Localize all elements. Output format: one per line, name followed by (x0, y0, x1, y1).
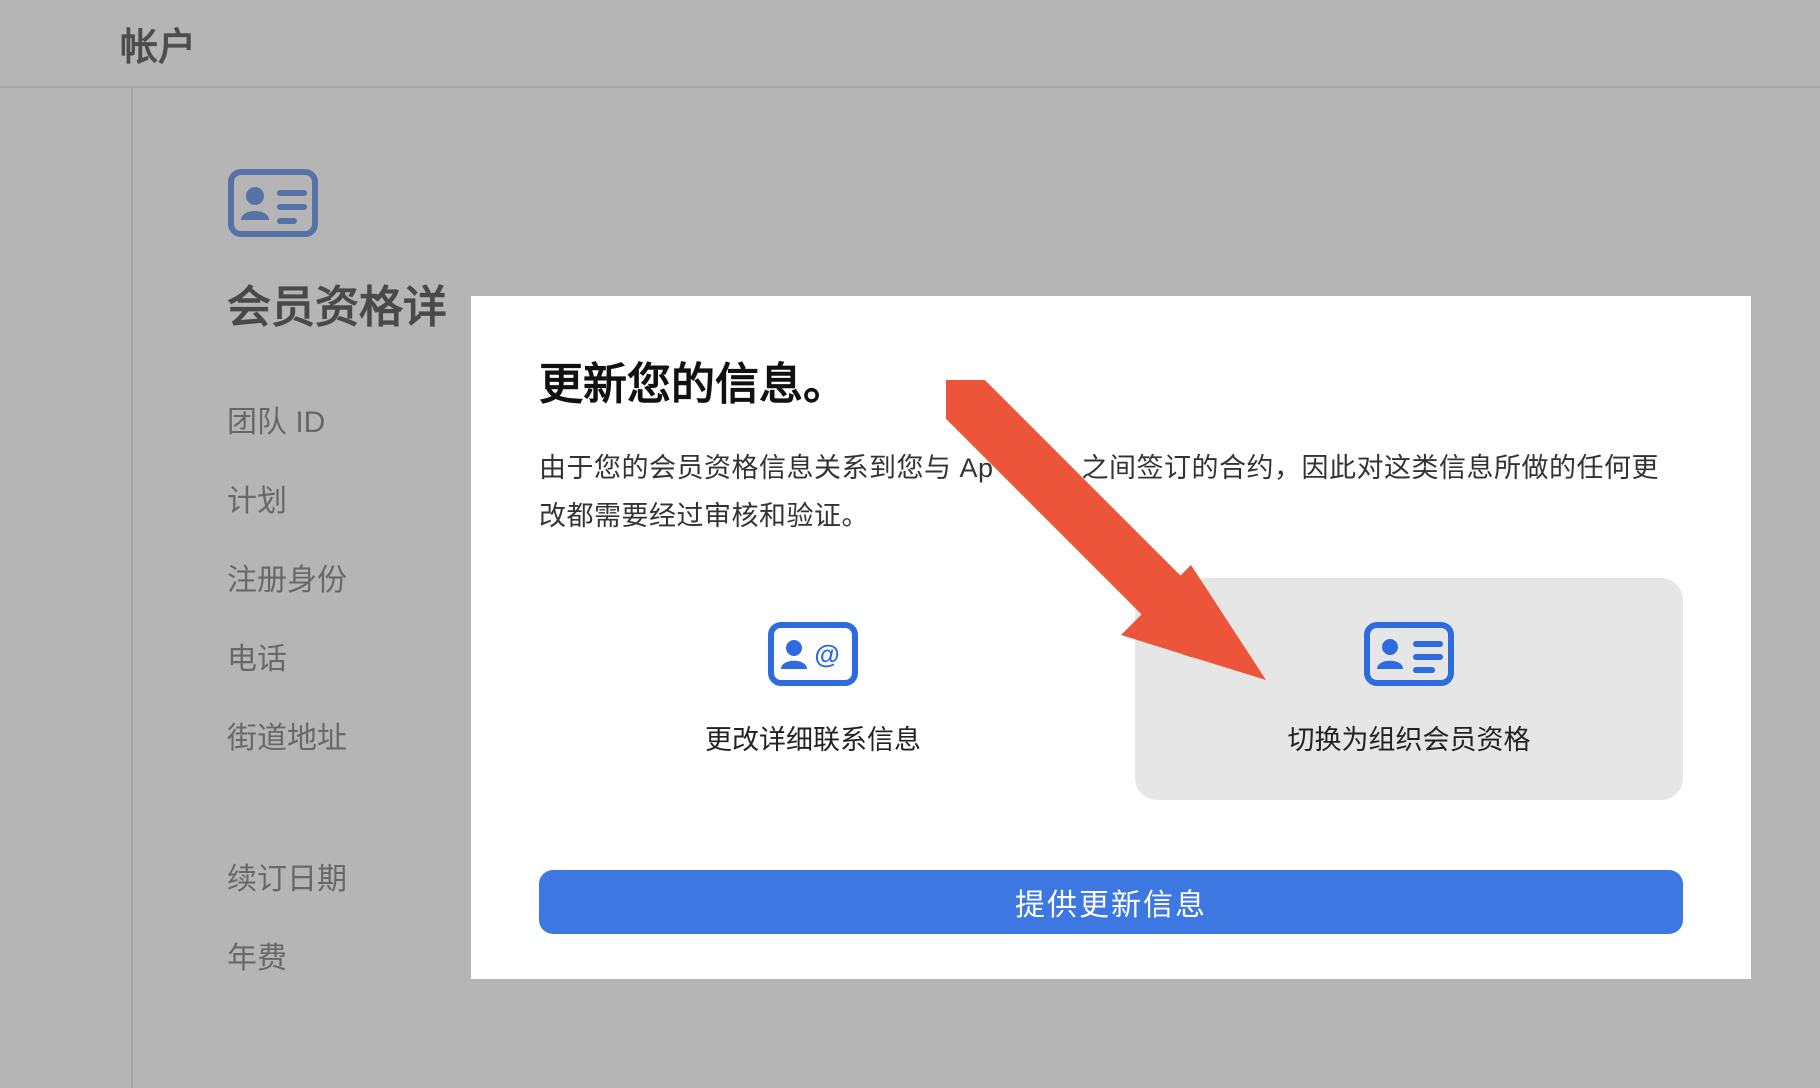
option-label: 更改详细联系信息 (705, 718, 921, 757)
id-card-icon (227, 168, 319, 243)
submit-button-label: 提供更新信息 (1015, 880, 1207, 924)
svg-text:@: @ (814, 639, 839, 669)
option-label: 切换为组织会员资格 (1288, 718, 1531, 757)
modal-desc-part-a: 由于您的会员资格信息关系到您与 Ap (539, 453, 994, 483)
header: 帐户 (0, 0, 1820, 88)
sidebar-gutter (0, 88, 133, 1088)
id-card-icon (1363, 621, 1455, 692)
submit-button[interactable]: 提供更新信息 (539, 870, 1683, 934)
option-change-contact[interactable]: @ 更改详细联系信息 (539, 578, 1087, 800)
update-info-modal: 更新您的信息。 由于您的会员资格信息关系到您与 Ap之间签订的合约，因此对这类信… (471, 296, 1751, 979)
modal-title: 更新您的信息。 (539, 348, 1683, 412)
header-title: 帐户 (120, 16, 196, 71)
option-switch-org[interactable]: 切换为组织会员资格 (1135, 578, 1683, 800)
modal-description: 由于您的会员资格信息关系到您与 Ap之间签订的合约，因此对这类信息所做的任何更改… (539, 444, 1683, 540)
contact-card-icon: @ (767, 621, 859, 692)
